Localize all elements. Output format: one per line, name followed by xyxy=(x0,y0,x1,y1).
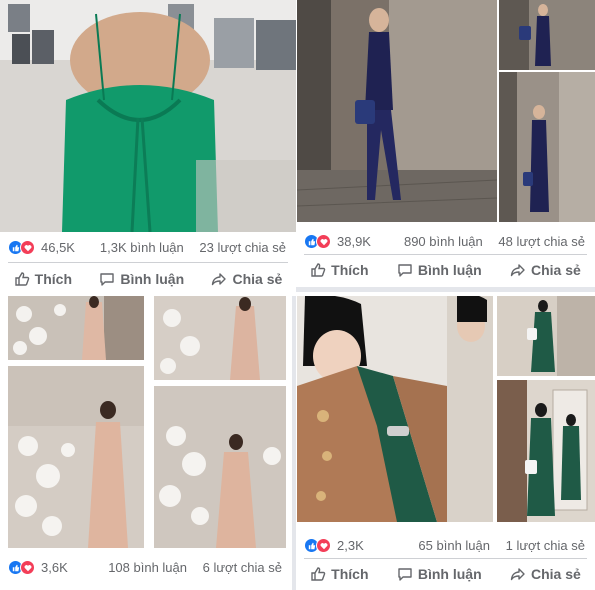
divider xyxy=(8,262,288,263)
reactions-count: 2,3K xyxy=(337,538,364,553)
shares-count[interactable]: 6 lượt chia sẻ xyxy=(203,560,282,575)
reactions-summary[interactable]: 38,9K xyxy=(304,234,371,249)
comment-label: Bình luận xyxy=(417,566,482,582)
action-bar: Thích Bình luận Chia sẻ xyxy=(0,265,296,293)
reactions-summary[interactable]: 2,3K xyxy=(304,538,364,553)
share-icon xyxy=(510,568,525,581)
comment-icon xyxy=(398,264,412,277)
comments-count[interactable]: 890 bình luận xyxy=(404,234,483,249)
like-button[interactable]: Thích xyxy=(310,566,369,582)
shares-count[interactable]: 23 lượt chia sẻ xyxy=(199,240,286,255)
photo-lace-dress-4 xyxy=(154,386,286,548)
post-photo[interactable] xyxy=(497,380,595,522)
share-label: Chia sẻ xyxy=(232,271,283,287)
post-card: 3,6K 108 bình luận 6 lượt chia sẻ xyxy=(0,292,292,590)
photo-tweed-jacket-2 xyxy=(497,296,595,376)
share-label: Chia sẻ xyxy=(530,566,581,582)
like-button[interactable]: Thích xyxy=(310,262,369,278)
photo-tweed-jacket-main xyxy=(297,296,493,522)
comment-button[interactable]: Bình luận xyxy=(397,262,482,278)
post-stats: 46,5K 1,3K bình luận 23 lượt chia sẻ xyxy=(0,234,296,260)
post-photo[interactable] xyxy=(297,296,493,522)
reactions-count: 46,5K xyxy=(41,240,75,255)
photo-lace-dress-2 xyxy=(154,296,286,380)
comments-count[interactable]: 65 bình luận xyxy=(418,538,490,553)
love-reaction-icon xyxy=(316,234,331,249)
post-card: 46,5K 1,3K bình luận 23 lượt chia sẻ Thí… xyxy=(0,0,296,296)
post-card: 38,9K 890 bình luận 48 lượt chia sẻ Thíc… xyxy=(296,0,595,287)
post-photo[interactable] xyxy=(497,296,595,376)
thumbs-up-icon xyxy=(311,567,326,581)
comment-icon xyxy=(100,273,115,286)
reactions-count: 38,9K xyxy=(337,234,371,249)
reactions-summary[interactable]: 46,5K xyxy=(8,240,75,255)
like-label: Thích xyxy=(34,271,73,287)
post-card: 2,3K 65 bình luận 1 lượt chia sẻ Thích B… xyxy=(296,292,595,590)
divider xyxy=(304,558,587,559)
photo-lace-dress-3 xyxy=(8,366,144,548)
like-label: Thích xyxy=(331,566,369,582)
comment-label: Bình luận xyxy=(417,262,482,278)
photo-lace-dress-1 xyxy=(8,296,144,360)
action-bar: Thích Bình luận Chia sẻ xyxy=(296,256,595,284)
thumbs-up-icon xyxy=(311,263,326,277)
photo-leather-outfit-2 xyxy=(499,0,595,70)
love-reaction-icon xyxy=(20,240,35,255)
share-icon xyxy=(212,273,227,286)
comment-button[interactable]: Bình luận xyxy=(397,566,482,582)
post-photo[interactable] xyxy=(8,296,144,360)
post-photo[interactable] xyxy=(154,386,286,548)
photo-leather-outfit-main xyxy=(297,0,497,222)
post-photo[interactable] xyxy=(499,72,595,222)
comments-count[interactable]: 1,3K bình luận xyxy=(100,240,184,255)
thumbs-up-icon xyxy=(14,272,29,286)
reactions-count: 3,6K xyxy=(41,560,68,575)
photo-green-dress xyxy=(0,0,296,232)
post-stats: 38,9K 890 bình luận 48 lượt chia sẻ xyxy=(296,228,595,254)
reactions-summary[interactable]: 3,6K xyxy=(8,560,68,575)
shares-count[interactable]: 48 lượt chia sẻ xyxy=(498,234,585,249)
action-bar: Thích Bình luận Chia sẻ xyxy=(296,560,595,588)
comment-label: Bình luận xyxy=(120,271,185,287)
post-stats: 3,6K 108 bình luận 6 lượt chia sẻ xyxy=(0,554,292,580)
like-button[interactable]: Thích xyxy=(14,271,72,287)
comment-button[interactable]: Bình luận xyxy=(99,271,184,287)
post-stats: 2,3K 65 bình luận 1 lượt chia sẻ xyxy=(296,532,595,558)
post-photo[interactable] xyxy=(0,0,296,232)
photo-tweed-jacket-3 xyxy=(497,380,595,522)
share-button[interactable]: Chia sẻ xyxy=(211,271,282,287)
divider xyxy=(304,254,587,255)
post-photo[interactable] xyxy=(297,0,497,222)
share-button[interactable]: Chia sẻ xyxy=(510,566,581,582)
share-label: Chia sẻ xyxy=(530,262,581,278)
post-photo[interactable] xyxy=(499,0,595,70)
photo-leather-outfit-3 xyxy=(499,72,595,222)
shares-count[interactable]: 1 lượt chia sẻ xyxy=(506,538,585,553)
post-photo[interactable] xyxy=(8,366,144,548)
love-reaction-icon xyxy=(316,538,331,553)
post-photo[interactable] xyxy=(154,296,286,380)
share-icon xyxy=(510,264,525,277)
love-reaction-icon xyxy=(20,560,35,575)
comment-icon xyxy=(398,568,412,581)
share-button[interactable]: Chia sẻ xyxy=(510,262,581,278)
comments-count[interactable]: 108 bình luận xyxy=(108,560,187,575)
like-label: Thích xyxy=(331,262,369,278)
